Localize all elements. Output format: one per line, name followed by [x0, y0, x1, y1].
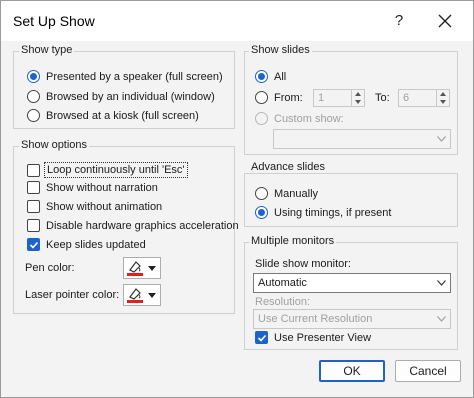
- spinner-value: 1: [318, 92, 325, 104]
- radio-all-slides[interactable]: All: [255, 70, 286, 83]
- radio-label: From:: [274, 91, 303, 104]
- check-label: Show without narration: [46, 181, 158, 194]
- title-bar: Set Up Show ?: [1, 1, 473, 41]
- checkbox[interactable]: [27, 219, 40, 232]
- check-loop-continuously[interactable]: Loop continuously until 'Esc': [27, 162, 188, 178]
- pen-color-icon: [127, 288, 143, 303]
- radio-custom-show[interactable]: Custom show:: [255, 112, 344, 125]
- chevron-down-icon: [148, 292, 156, 298]
- ok-button[interactable]: OK: [319, 360, 385, 382]
- close-icon: [438, 14, 452, 28]
- select-value: Automatic: [258, 277, 307, 289]
- check-show-without-animation[interactable]: Show without animation: [27, 200, 162, 213]
- radio-label: Presented by a speaker (full screen): [46, 70, 223, 83]
- radio-from-slides[interactable]: From:: [255, 91, 303, 104]
- custom-show-select[interactable]: [273, 129, 451, 149]
- radio-button[interactable]: [255, 187, 268, 200]
- show-type-title: Show type: [19, 44, 75, 56]
- chevron-down-icon: [432, 136, 450, 142]
- to-label: To:: [375, 92, 390, 104]
- dialog-title: Set Up Show: [13, 13, 95, 29]
- checkbox[interactable]: [255, 331, 268, 344]
- check-label: Show without animation: [46, 200, 163, 213]
- pen-color-button[interactable]: [123, 257, 161, 279]
- slide-show-monitor-select[interactable]: Automatic: [253, 273, 451, 293]
- check-show-without-narration[interactable]: Show without narration: [27, 181, 158, 194]
- resolution-select[interactable]: Use Current Resolution: [253, 309, 451, 329]
- chevron-down-icon: [432, 316, 450, 322]
- radio-browsed-by-individual[interactable]: Browsed by an individual (window): [27, 90, 215, 103]
- radio-using-timings[interactable]: Using timings, if present: [255, 206, 391, 219]
- cancel-button[interactable]: Cancel: [395, 360, 461, 382]
- check-label: Keep slides updated: [46, 238, 146, 251]
- radio-presented-by-speaker[interactable]: Presented by a speaker (full screen): [27, 70, 223, 83]
- check-use-presenter-view[interactable]: Use Presenter View: [255, 331, 371, 344]
- radio-browsed-at-kiosk[interactable]: Browsed at a kiosk (full screen): [27, 109, 199, 122]
- spinner-value: 6: [403, 92, 410, 104]
- set-up-show-dialog: Set Up Show ? Show type Presented by a s…: [0, 0, 474, 398]
- close-button[interactable]: [429, 7, 461, 35]
- spinner-arrows[interactable]: [436, 90, 449, 106]
- radio-button[interactable]: [27, 90, 40, 103]
- show-slides-title: Show slides: [249, 44, 312, 56]
- radio-button[interactable]: [27, 70, 40, 83]
- from-slide-spinner[interactable]: 1: [313, 89, 365, 107]
- advance-slides-title: Advance slides: [249, 161, 327, 173]
- spinner-arrows[interactable]: [351, 90, 364, 106]
- checkbox[interactable]: [27, 238, 40, 251]
- spin-up-icon[interactable]: [437, 90, 449, 98]
- check-disable-hardware-acceleration[interactable]: Disable hardware graphics acceleration: [27, 219, 239, 232]
- slide-show-monitor-label: Slide show monitor:: [255, 258, 351, 270]
- radio-label: Custom show:: [274, 112, 344, 125]
- check-label: Disable hardware graphics acceleration: [46, 219, 239, 232]
- pen-color-icon: [127, 261, 143, 276]
- spin-down-icon[interactable]: [352, 98, 364, 106]
- help-button[interactable]: ?: [383, 7, 415, 35]
- resolution-label: Resolution:: [255, 296, 311, 308]
- radio-button[interactable]: [255, 206, 268, 219]
- chevron-down-icon: [432, 280, 450, 286]
- radio-label: Manually: [274, 187, 319, 200]
- radio-button[interactable]: [27, 109, 40, 122]
- radio-button[interactable]: [255, 91, 268, 104]
- radio-button[interactable]: [255, 112, 268, 125]
- radio-label: Using timings, if present: [274, 206, 392, 219]
- to-slide-spinner[interactable]: 6: [398, 89, 450, 107]
- spin-down-icon[interactable]: [437, 98, 449, 106]
- checkmark-icon: [29, 241, 38, 249]
- spin-up-icon[interactable]: [352, 90, 364, 98]
- check-label: Use Presenter View: [274, 331, 372, 344]
- check-keep-slides-updated[interactable]: Keep slides updated: [27, 238, 146, 251]
- select-value: Use Current Resolution: [258, 313, 373, 325]
- checkbox[interactable]: [27, 200, 40, 213]
- chevron-down-icon: [148, 265, 156, 271]
- multiple-monitors-title: Multiple monitors: [249, 235, 337, 247]
- checkbox[interactable]: [27, 163, 40, 177]
- radio-label: Browsed at a kiosk (full screen): [46, 109, 199, 122]
- laser-pointer-color-button[interactable]: [123, 284, 161, 306]
- radio-manually[interactable]: Manually: [255, 187, 318, 200]
- laser-pointer-color-label: Laser pointer color:: [25, 289, 120, 301]
- radio-label: All: [274, 70, 287, 83]
- show-options-title: Show options: [19, 139, 90, 151]
- pen-color-label: Pen color:: [25, 262, 75, 274]
- radio-label: Browsed by an individual (window): [46, 90, 215, 103]
- radio-button[interactable]: [255, 70, 268, 83]
- checkmark-icon: [257, 334, 266, 342]
- check-label: Loop continuously until 'Esc': [44, 162, 188, 178]
- checkbox[interactable]: [27, 181, 40, 194]
